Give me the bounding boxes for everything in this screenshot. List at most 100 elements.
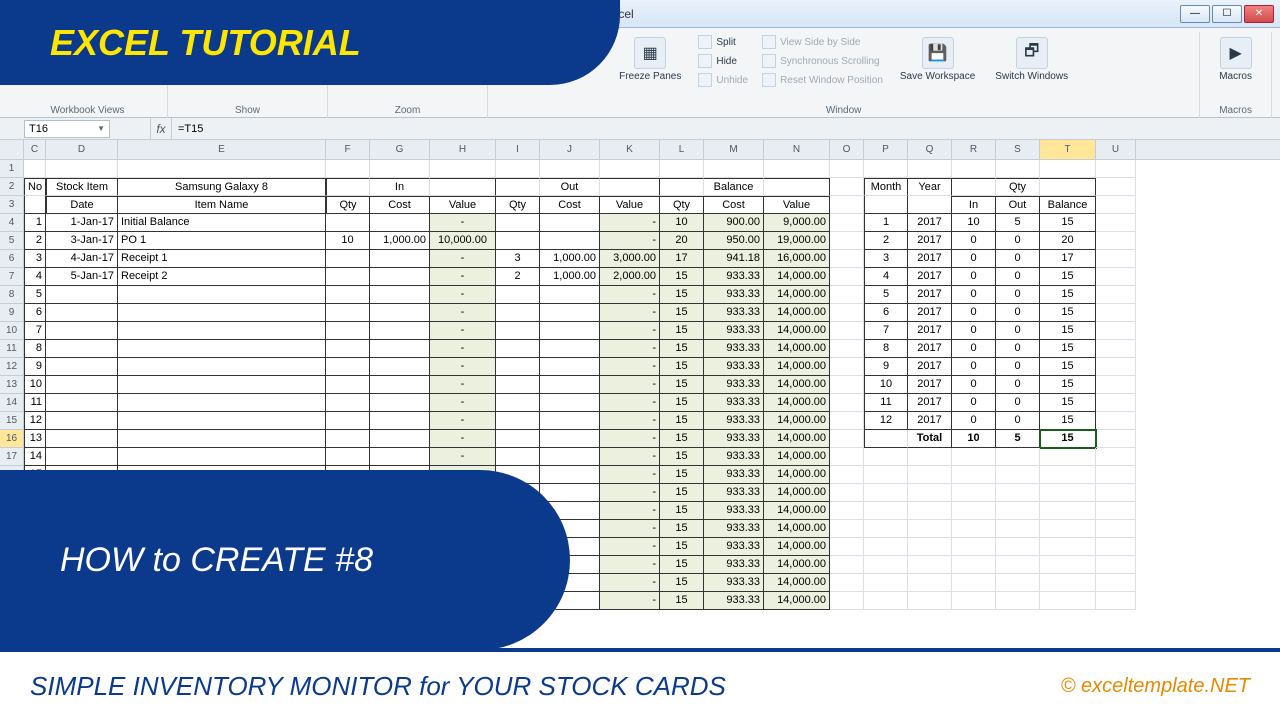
cell[interactable]: - <box>430 322 496 340</box>
cell[interactable] <box>908 520 952 538</box>
cell[interactable] <box>830 268 864 286</box>
cell[interactable] <box>540 394 600 412</box>
header-out[interactable]: Out <box>540 178 600 196</box>
cell[interactable]: 15 <box>660 376 704 394</box>
cell[interactable] <box>830 214 864 232</box>
cell[interactable] <box>370 376 430 394</box>
cell[interactable] <box>600 160 660 178</box>
cell[interactable] <box>326 160 370 178</box>
cell-date[interactable] <box>46 286 118 304</box>
cell-balance[interactable]: 15 <box>1040 286 1096 304</box>
cell[interactable]: 15 <box>660 322 704 340</box>
cell-out[interactable]: 0 <box>996 358 1040 376</box>
cell[interactable]: 20 <box>660 232 704 250</box>
header-no[interactable]: No <box>24 178 46 196</box>
column-header[interactable]: S <box>996 140 1040 159</box>
cell[interactable]: 14,000.00 <box>764 466 830 484</box>
cell[interactable] <box>952 160 996 178</box>
cell-item-name[interactable] <box>118 286 326 304</box>
cell-no[interactable]: 3 <box>24 250 46 268</box>
cell[interactable] <box>370 322 430 340</box>
cell-out[interactable]: 5 <box>996 214 1040 232</box>
cell[interactable] <box>1096 502 1136 520</box>
cell[interactable]: 14,000.00 <box>764 592 830 610</box>
cell[interactable]: 933.33 <box>704 376 764 394</box>
cell[interactable]: - <box>430 250 496 268</box>
cell-in[interactable]: 0 <box>952 412 996 430</box>
cell[interactable] <box>1096 268 1136 286</box>
cell[interactable] <box>496 304 540 322</box>
cell-month[interactable]: 9 <box>864 358 908 376</box>
cell[interactable] <box>1040 556 1096 574</box>
cell[interactable] <box>1040 592 1096 610</box>
cell[interactable] <box>908 556 952 574</box>
row-header[interactable]: 4 <box>0 214 23 232</box>
cell-item-name[interactable] <box>118 322 326 340</box>
row-header[interactable]: 8 <box>0 286 23 304</box>
cell[interactable]: 14,000.00 <box>764 412 830 430</box>
cell[interactable] <box>1096 178 1136 196</box>
cell[interactable]: 14,000.00 <box>764 430 830 448</box>
cell[interactable] <box>830 376 864 394</box>
cell[interactable]: 10 <box>326 232 370 250</box>
cell[interactable] <box>996 466 1040 484</box>
cell[interactable] <box>908 538 952 556</box>
cell-item-name[interactable] <box>118 304 326 322</box>
cell-in[interactable]: 0 <box>952 250 996 268</box>
cell[interactable]: 14,000.00 <box>764 358 830 376</box>
column-header[interactable]: P <box>864 140 908 159</box>
cell-year[interactable]: 2017 <box>908 322 952 340</box>
cell[interactable]: 14,000.00 <box>764 538 830 556</box>
cell[interactable] <box>996 160 1040 178</box>
cell-out[interactable]: 0 <box>996 268 1040 286</box>
cell[interactable] <box>764 178 830 196</box>
cell[interactable] <box>1096 232 1136 250</box>
cell[interactable]: 1,000.00 <box>370 232 430 250</box>
cell[interactable] <box>326 178 370 196</box>
cell[interactable] <box>1040 466 1096 484</box>
cell[interactable] <box>540 214 600 232</box>
cell[interactable] <box>952 448 996 466</box>
cell[interactable] <box>864 502 908 520</box>
cell[interactable] <box>830 592 864 610</box>
cell[interactable] <box>830 304 864 322</box>
cell[interactable]: 933.33 <box>704 394 764 412</box>
cell[interactable] <box>540 448 600 466</box>
cell[interactable]: 1,000.00 <box>540 268 600 286</box>
cell[interactable] <box>540 160 600 178</box>
cell[interactable] <box>830 448 864 466</box>
cell[interactable]: 933.33 <box>704 286 764 304</box>
cell[interactable] <box>864 520 908 538</box>
cell[interactable] <box>830 232 864 250</box>
cell[interactable]: 941.18 <box>704 250 764 268</box>
cell[interactable]: 15 <box>660 268 704 286</box>
cell[interactable]: 15 <box>660 466 704 484</box>
cell[interactable] <box>1096 448 1136 466</box>
cell[interactable] <box>996 538 1040 556</box>
cell[interactable]: 933.33 <box>704 574 764 592</box>
cell-in[interactable]: 0 <box>952 376 996 394</box>
cell[interactable] <box>952 574 996 592</box>
cell[interactable] <box>326 250 370 268</box>
cell[interactable] <box>496 286 540 304</box>
cell[interactable]: - <box>600 484 660 502</box>
cell-item-name[interactable] <box>118 448 326 466</box>
cell-month[interactable]: 12 <box>864 412 908 430</box>
cell[interactable] <box>952 592 996 610</box>
cell-item-name[interactable] <box>118 358 326 376</box>
column-header[interactable]: H <box>430 140 496 159</box>
cell-balance[interactable]: 15 <box>1040 322 1096 340</box>
close-button[interactable]: ✕ <box>1244 5 1274 23</box>
cell-month[interactable]: 10 <box>864 376 908 394</box>
cell-in[interactable]: 0 <box>952 304 996 322</box>
cell-no[interactable]: 14 <box>24 448 46 466</box>
cell[interactable] <box>326 358 370 376</box>
cell[interactable] <box>326 340 370 358</box>
cell[interactable]: 933.33 <box>704 484 764 502</box>
cell[interactable] <box>830 250 864 268</box>
cell[interactable] <box>1040 520 1096 538</box>
cell[interactable] <box>1040 502 1096 520</box>
cell[interactable]: - <box>600 556 660 574</box>
cell-date[interactable]: 3-Jan-17 <box>46 232 118 250</box>
hide-button[interactable]: Hide <box>696 53 750 69</box>
